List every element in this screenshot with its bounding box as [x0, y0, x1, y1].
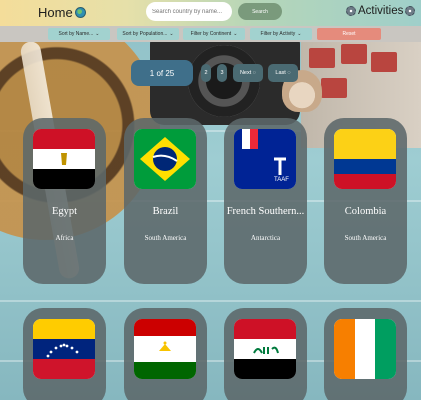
country-name: Brazil — [152, 206, 179, 217]
home-link[interactable]: Home — [38, 5, 86, 20]
country-card-venezuela[interactable] — [23, 308, 106, 400]
country-card-tajikistan[interactable] — [124, 308, 207, 400]
search-input[interactable] — [146, 2, 232, 21]
next-button[interactable]: Next ◌ — [233, 64, 263, 82]
activities-label: Activities — [358, 5, 404, 17]
country-card-colombia[interactable]: Colombia South America — [324, 118, 407, 284]
filter-bar: Sort by Name... ⌄ Sort by Population... … — [0, 26, 421, 42]
page-indicator: 1 of 25 — [131, 60, 193, 86]
country-name: Colombia — [344, 206, 387, 217]
activity-icon — [346, 6, 356, 16]
last-icon: ◌ — [287, 70, 291, 76]
activity-label: Filter by Activity — [260, 31, 296, 37]
country-region: South America — [344, 234, 387, 242]
svg-text:TAAF: TAAF — [274, 177, 289, 183]
sort-population-label: Sort by Population... — [122, 31, 168, 37]
country-name: French Southern... — [226, 206, 305, 217]
page-2-button[interactable]: 2 — [201, 64, 211, 82]
last-label: Last — [275, 70, 286, 76]
country-name: Egypt — [51, 206, 78, 217]
top-nav: Home Search Activities — [0, 0, 421, 26]
chevron-down-icon: ⌄ — [95, 31, 100, 37]
flag-brazil — [134, 129, 196, 189]
plank-line — [0, 300, 421, 302]
flag-venezuela — [33, 319, 95, 379]
flag-egypt — [33, 129, 95, 189]
page-3-button[interactable]: 3 — [217, 64, 227, 82]
country-region: South America — [144, 234, 187, 242]
flag-tajikistan — [134, 319, 196, 379]
next-icon: ◌ — [252, 70, 257, 76]
continent-select[interactable]: Filter by Continent ⌄ — [183, 28, 245, 40]
activity-icon — [405, 6, 416, 16]
flag-colombia — [334, 129, 396, 189]
activity-select[interactable]: Filter by Activity ⌄ — [250, 28, 312, 40]
country-card-brazil[interactable]: Brazil South America — [124, 118, 207, 284]
chevron-down-icon: ⌄ — [233, 31, 238, 37]
next-label: Next — [239, 70, 252, 76]
country-card-ivory-coast[interactable] — [324, 308, 407, 400]
activities-link[interactable]: Activities — [346, 5, 416, 17]
globe-icon — [74, 7, 86, 18]
sort-population-select[interactable]: Sort by Population... ⌄ — [117, 28, 179, 40]
chevron-down-icon: ⌄ — [169, 31, 174, 37]
home-label: Home — [38, 5, 73, 20]
sort-name-label: Sort by Name... — [58, 31, 94, 37]
country-region: Africa — [55, 234, 74, 242]
reset-button[interactable]: Reset — [317, 28, 381, 40]
chevron-down-icon: ⌄ — [297, 31, 302, 37]
sort-name-select[interactable]: Sort by Name... ⌄ — [48, 28, 110, 40]
country-card-french-southern[interactable]: TAAF French Southern... Antarctica — [224, 118, 307, 284]
country-card-egypt[interactable]: Egypt Africa — [23, 118, 106, 284]
search-button[interactable]: Search — [238, 3, 282, 20]
country-card-iraq[interactable] — [224, 308, 307, 400]
flag-ivory-coast — [334, 319, 396, 379]
flag-iraq — [234, 319, 296, 379]
country-region: Antarctica — [250, 234, 281, 242]
last-button[interactable]: Last ◌ — [268, 64, 298, 82]
flag-french-southern: TAAF — [234, 129, 296, 189]
continent-label: Filter by Continent — [190, 31, 232, 37]
